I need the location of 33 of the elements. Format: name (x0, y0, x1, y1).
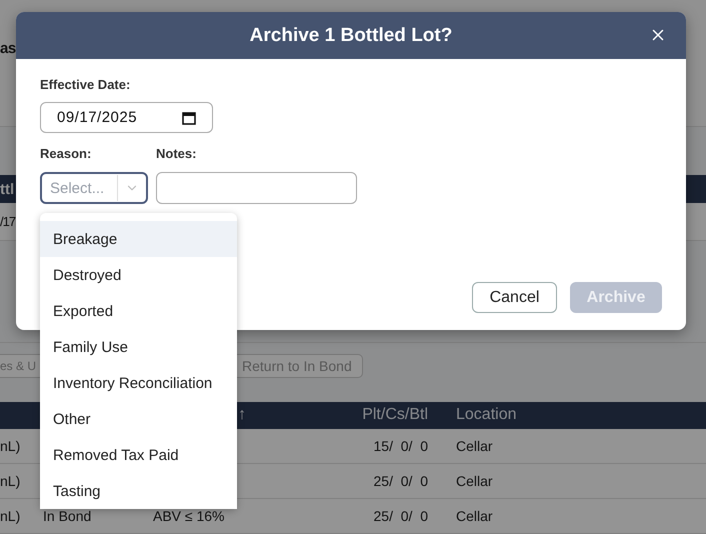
table-cell-text: 15/ 0/ 0 (372, 438, 428, 454)
table-cell-text: 25/ 0/ 0 (372, 508, 428, 524)
dialog-title: Archive 1 Bottled Lot? (250, 24, 452, 46)
row-text: /17 (0, 214, 16, 229)
calendar-icon[interactable] (182, 110, 196, 124)
notes-field[interactable] (156, 172, 357, 204)
field-label: Notes: (156, 146, 198, 161)
field-label: Reason: (40, 146, 92, 161)
table-cell-text: Cellar (455, 438, 494, 454)
page-title: as (0, 40, 16, 57)
field-label: Effective Date: (40, 77, 132, 92)
menu-option[interactable]: Family Use (40, 329, 237, 365)
menu-option[interactable]: Exported (40, 293, 237, 329)
date-value: 09/17/2025 (57, 109, 138, 126)
date-field[interactable]: 09/17/2025 (40, 102, 213, 133)
menu-option[interactable]: Destroyed (40, 257, 237, 293)
column-header[interactable]: Plt/Cs/Btl (340, 406, 428, 424)
menu-option[interactable]: Breakage (40, 221, 237, 257)
menu-option[interactable]: Tasting (40, 473, 237, 509)
menu-option[interactable]: Other (40, 401, 237, 437)
table-cell-text: nL) (0, 508, 22, 524)
table-cell-text: Cellar (455, 508, 494, 524)
table-cell-text: nL) (0, 473, 22, 490)
menu-option[interactable]: Inventory Reconciliation (40, 365, 237, 401)
menu-option[interactable]: Removed Tax Paid (40, 437, 237, 473)
table-cell-text: 25/ 0/ 0 (372, 473, 428, 490)
column-header[interactable]: Location (428, 406, 706, 424)
header-text: ttl (0, 180, 14, 198)
table-cell-text: ABV ≤ 16% (153, 508, 226, 524)
table-cell-text: Cellar (455, 473, 494, 490)
table-cell-text: In Bond (43, 508, 92, 524)
cancel-button[interactable]: Cancel (472, 282, 557, 313)
table-cell-text: nL) (0, 438, 22, 454)
